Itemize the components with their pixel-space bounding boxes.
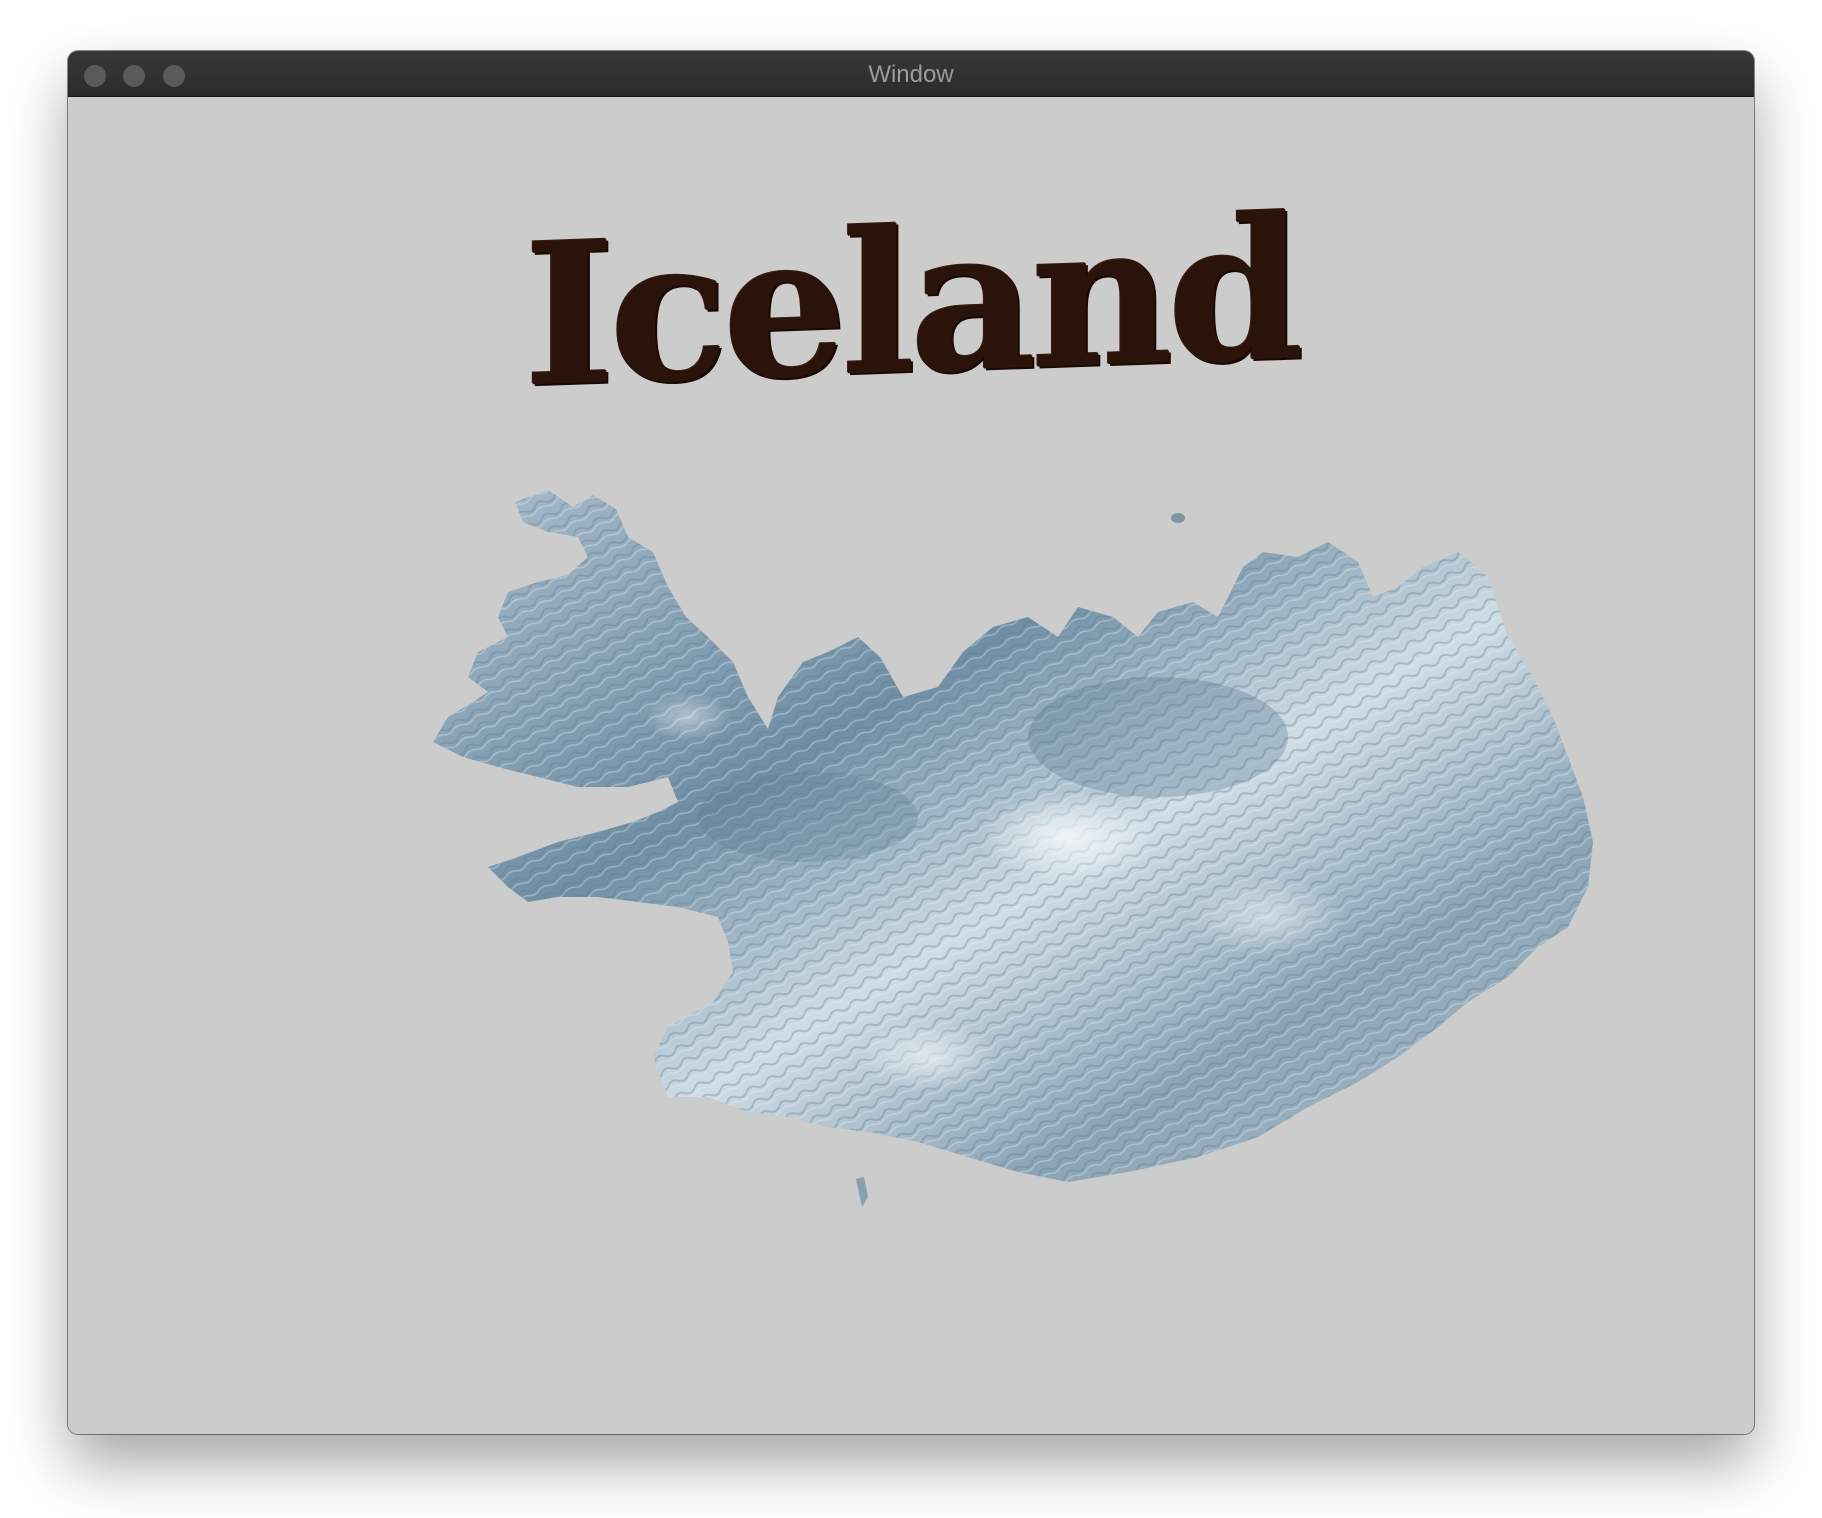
app-window: Window Iceland (68, 51, 1754, 1434)
render-canvas[interactable]: Iceland (68, 97, 1754, 1434)
title-bar[interactable]: Window (68, 51, 1754, 97)
window-title: Window (868, 61, 954, 88)
iceland-relief-map (433, 490, 1593, 1207)
iceland-landmass (433, 490, 1593, 1207)
